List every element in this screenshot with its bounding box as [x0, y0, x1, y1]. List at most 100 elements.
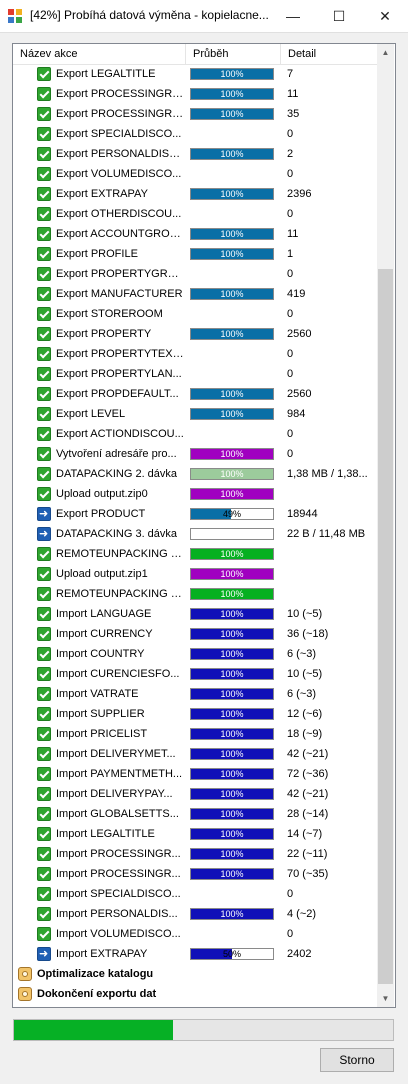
list-item[interactable]: Export LEGALTITLE 100% 7 [13, 64, 377, 84]
row-progress-label: 100% [220, 709, 244, 719]
action-name: Import DELIVERYPAY... [56, 788, 173, 800]
action-name: REMOTEUNPACKING o... [56, 588, 184, 600]
list-item[interactable]: Import DELIVERYMET... 100% 42 (~21) [13, 744, 377, 764]
list-item[interactable]: Export PROPERTYLAN... 0 [13, 364, 377, 384]
check-icon [37, 127, 51, 141]
action-name: Export VOLUMEDISCO... [56, 168, 182, 180]
check-icon [37, 847, 51, 861]
action-name: Export PERSONALDISC... [56, 148, 184, 160]
action-name: Export PROPERTYGRO... [56, 268, 184, 280]
action-name: Import PROCESSINGR... [56, 848, 181, 860]
title-bar: [42%] Probíhá datová výměna - kopielacne… [0, 0, 408, 33]
list-item[interactable]: Import COUNTRY 100% 6 (~3) [13, 644, 377, 664]
list-item[interactable]: Import PRICELIST 100% 18 (~9) [13, 724, 377, 744]
row-progress-label: 100% [220, 689, 244, 699]
list-item[interactable]: Export ACTIONDISCOU... 0 [13, 424, 377, 444]
list-item[interactable]: Export MANUFACTURER 100% 419 [13, 284, 377, 304]
maximize-button[interactable]: ☐ [316, 0, 362, 32]
check-icon [37, 707, 51, 721]
group-row[interactable]: Dokončení exportu dat [13, 984, 377, 1004]
list-item[interactable]: Import DELIVERYPAY... 100% 42 (~21) [13, 784, 377, 804]
list-item[interactable]: Export PROPERTY 100% 2560 [13, 324, 377, 344]
column-header-name[interactable]: Název akce [13, 44, 186, 64]
list-item[interactable]: Import PROCESSINGR... 100% 70 (~35) [13, 864, 377, 884]
action-detail: 36 (~18) [287, 628, 329, 640]
cancel-button[interactable]: Storno [320, 1048, 394, 1072]
list-item[interactable]: Export EXTRAPAY 100% 2396 [13, 184, 377, 204]
scroll-up-icon[interactable]: ▲ [377, 44, 394, 61]
list-item[interactable]: Import CURENCIESFO... 100% 10 (~5) [13, 664, 377, 684]
row-progress-label: 100% [220, 229, 244, 239]
action-detail: 0 [287, 128, 294, 140]
list-item[interactable]: DATAPACKING 3. dávka 22 B / 11,48 MB [13, 524, 377, 544]
list-item[interactable]: Export PROFILE 100% 1 [13, 244, 377, 264]
close-button[interactable]: ✕ [362, 0, 408, 32]
list-item[interactable]: Import CURRENCY 100% 36 (~18) [13, 624, 377, 644]
list-item[interactable]: Import PERSONALDIS... 100% 4 (~2) [13, 904, 377, 924]
row-progress-bar: 100% [190, 448, 274, 460]
row-progress-label: 100% [220, 449, 244, 459]
scrollbar-thumb[interactable] [378, 269, 393, 984]
list-item[interactable]: Vytvoření adresáře pro... 100% 0 [13, 444, 377, 464]
row-progress-bar: 100% [190, 468, 274, 480]
action-detail: 28 (~14) [287, 808, 329, 820]
list-item[interactable]: Import PROCESSINGR... 100% 22 (~11) [13, 844, 377, 864]
action-list[interactable]: Název akce Průběh Detail Export LEGALTIT… [12, 43, 396, 1008]
list-item[interactable]: Export VOLUMEDISCO... 0 [13, 164, 377, 184]
action-name: Export PROPDEFAULT... [56, 388, 179, 400]
minimize-button[interactable]: — [270, 0, 316, 32]
list-item[interactable]: Import VOLUMEDISCO... 0 [13, 924, 377, 944]
list-item[interactable]: Export PROPDEFAULT... 100% 2560 [13, 384, 377, 404]
list-item[interactable]: Import EXTRAPAY 50% 2402 [13, 944, 377, 964]
column-header-detail[interactable]: Detail [281, 44, 377, 64]
list-item[interactable]: REMOTEUNPACKING o... 100% [13, 544, 377, 564]
list-item[interactable]: REMOTEUNPACKING o... 100% [13, 584, 377, 604]
list-item[interactable]: DATAPACKING 2. dávka 100% 1,38 MB / 1,38..… [13, 464, 377, 484]
action-name: Export PROPERTY [56, 328, 152, 340]
row-progress-label: 100% [220, 409, 244, 419]
action-name: Vytvoření adresáře pro... [56, 448, 177, 460]
action-name: Import PAYMENTMETH... [56, 768, 183, 780]
list-item[interactable]: Export PROPERTYTEXT... 0 [13, 344, 377, 364]
vertical-scrollbar[interactable]: ▲ ▼ [377, 44, 394, 1007]
list-item[interactable]: Import LANGUAGE 100% 10 (~5) [13, 604, 377, 624]
scroll-down-icon[interactable]: ▼ [377, 990, 394, 1007]
row-progress-label: 100% [220, 669, 244, 679]
check-icon [37, 927, 51, 941]
list-item[interactable]: Export PROPERTYGRO... 0 [13, 264, 377, 284]
check-icon [37, 607, 51, 621]
action-detail: 10 (~5) [287, 668, 323, 680]
list-item[interactable]: Export STOREROOM 0 [13, 304, 377, 324]
row-progress-label: 100% [220, 289, 244, 299]
list-item[interactable]: Export PERSONALDISC... 100% 2 [13, 144, 377, 164]
action-detail: 22 B / 11,48 MB [287, 528, 366, 540]
arrow-right-icon [37, 504, 51, 524]
list-item[interactable]: Upload output.zip1 100% [13, 564, 377, 584]
check-icon [37, 407, 51, 421]
list-item[interactable]: Export PROCESSINGRE... 100% 35 [13, 104, 377, 124]
list-item[interactable]: Import VATRATE 100% 6 (~3) [13, 684, 377, 704]
list-item[interactable]: Export OTHERDISCOU... 0 [13, 204, 377, 224]
list-item[interactable]: Export ACCOUNTGROUP 100% 11 [13, 224, 377, 244]
list-item[interactable]: Import SUPPLIER 100% 12 (~6) [13, 704, 377, 724]
check-icon [37, 327, 51, 341]
list-item[interactable]: Import GLOBALSETTS... 100% 28 (~14) [13, 804, 377, 824]
action-detail: 0 [287, 428, 294, 440]
list-item[interactable]: Export LEVEL 100% 984 [13, 404, 377, 424]
action-detail: 2560 [287, 328, 312, 340]
list-item[interactable]: Export PRODUCT 49% 18944 [13, 504, 377, 524]
action-name: DATAPACKING 3. dávka [56, 528, 178, 540]
check-icon [37, 247, 51, 261]
column-header-progress[interactable]: Průběh [186, 44, 281, 64]
list-item[interactable]: Import SPECIALDISCO... 0 [13, 884, 377, 904]
row-progress-label: 100% [220, 389, 244, 399]
list-item[interactable]: Export PROCESSINGRE... 100% 11 [13, 84, 377, 104]
check-icon [37, 567, 51, 581]
list-item[interactable]: Upload output.zip0 100% [13, 484, 377, 504]
row-progress-label: 100% [220, 909, 244, 919]
overall-progress-fill [14, 1020, 174, 1040]
group-row[interactable]: Optimalizace katalogu [13, 964, 377, 984]
list-item[interactable]: Import LEGALTITLE 100% 14 (~7) [13, 824, 377, 844]
list-item[interactable]: Export SPECIALDISCO... 0 [13, 124, 377, 144]
list-item[interactable]: Import PAYMENTMETH... 100% 72 (~36) [13, 764, 377, 784]
